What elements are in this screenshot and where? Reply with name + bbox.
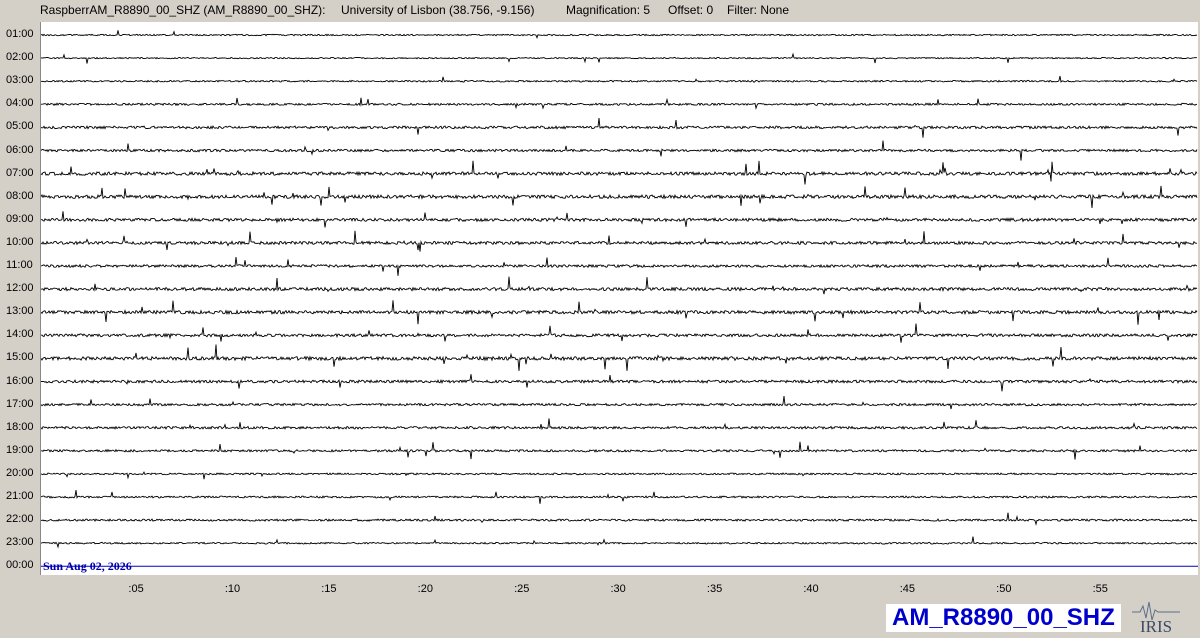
trace-row xyxy=(40,512,1198,526)
trace-row xyxy=(41,374,1198,392)
trace-row xyxy=(40,276,1198,295)
hour-label: 19:00 xyxy=(6,443,34,456)
hour-label: 02:00 xyxy=(6,51,34,64)
trace-row xyxy=(40,52,1197,64)
hour-label: 13:00 xyxy=(6,305,34,318)
minute-tick-label: :25 xyxy=(514,583,530,595)
hour-label: 15:00 xyxy=(6,351,34,364)
hour-label: 18:00 xyxy=(6,420,34,433)
offset-label: Offset: 0 xyxy=(668,3,714,17)
location-label: University of Lisbon (38.756, -9.156) xyxy=(341,3,535,17)
trace-row xyxy=(40,211,1198,228)
trace-row xyxy=(40,490,1198,504)
trace-row xyxy=(40,160,1198,185)
hour-label: 04:00 xyxy=(6,97,34,110)
trace-row xyxy=(40,323,1198,343)
iris-logo-icon: IRIS xyxy=(1132,601,1180,634)
hour-label: 09:00 xyxy=(6,212,34,225)
trace-row xyxy=(40,75,1198,83)
trace-row xyxy=(40,118,1198,138)
channel-label: RaspberrAM_R8890_00_SHZ (AM_R8890_00_SHZ… xyxy=(40,3,326,17)
hour-label: 17:00 xyxy=(6,397,34,410)
hour-label: 14:00 xyxy=(6,328,34,341)
logo-text: IRIS xyxy=(1140,617,1172,634)
station-name: AM_R8890_00_SHZ xyxy=(886,604,1121,632)
hour-label: 05:00 xyxy=(6,120,34,133)
hour-label: 23:00 xyxy=(6,536,34,549)
seismogram-traces xyxy=(40,30,1198,567)
hour-label: 10:00 xyxy=(6,235,34,248)
hour-label: 12:00 xyxy=(6,282,34,295)
trace-row xyxy=(40,140,1198,161)
minute-tick-label: :10 xyxy=(224,583,241,595)
trace-row xyxy=(40,300,1198,325)
filter-label: Filter: None xyxy=(727,3,790,17)
trace-row xyxy=(40,471,1197,480)
minute-tick-label: :55 xyxy=(1092,583,1108,595)
trace-row xyxy=(40,30,1198,39)
minute-tick-label: :50 xyxy=(996,583,1012,595)
trace-row xyxy=(40,395,1198,410)
hour-label: 22:00 xyxy=(6,513,34,526)
hour-label: 03:00 xyxy=(6,74,34,87)
trace-row xyxy=(40,344,1198,371)
minute-tick-label: :05 xyxy=(128,583,144,595)
minute-tick-label: :45 xyxy=(899,583,916,595)
trace-row xyxy=(40,536,1198,549)
hour-label: 06:00 xyxy=(6,143,34,156)
trace-row xyxy=(40,230,1198,252)
minute-tick-label: :15 xyxy=(321,583,337,595)
hour-label: 08:00 xyxy=(6,189,34,202)
trace-row xyxy=(40,418,1198,431)
hour-label: 11:00 xyxy=(6,259,33,271)
hour-label: 21:00 xyxy=(6,490,34,502)
trace-row xyxy=(40,97,1198,110)
hour-label: 16:00 xyxy=(6,374,34,387)
minute-tick-label: :20 xyxy=(417,583,433,595)
trace-row xyxy=(40,256,1198,276)
trace-row xyxy=(40,185,1198,209)
trace-row xyxy=(41,441,1198,460)
date-label: Sun Aug 02, 2026 xyxy=(43,559,132,573)
hour-label: 07:00 xyxy=(6,166,34,179)
magnification-label: Magnification: 5 xyxy=(566,3,651,17)
helicorder-plot xyxy=(40,22,1198,575)
header-bar: RaspberrAM_R8890_00_SHZ (AM_R8890_00_SHZ… xyxy=(0,0,1200,20)
minute-tick-label: :30 xyxy=(610,583,626,595)
hour-label: 00:00 xyxy=(6,559,34,572)
minute-tick-label: :40 xyxy=(803,583,819,595)
minute-tick-label: :35 xyxy=(706,583,723,595)
hour-label: 01:00 xyxy=(6,28,34,40)
hour-label: 20:00 xyxy=(6,466,34,479)
